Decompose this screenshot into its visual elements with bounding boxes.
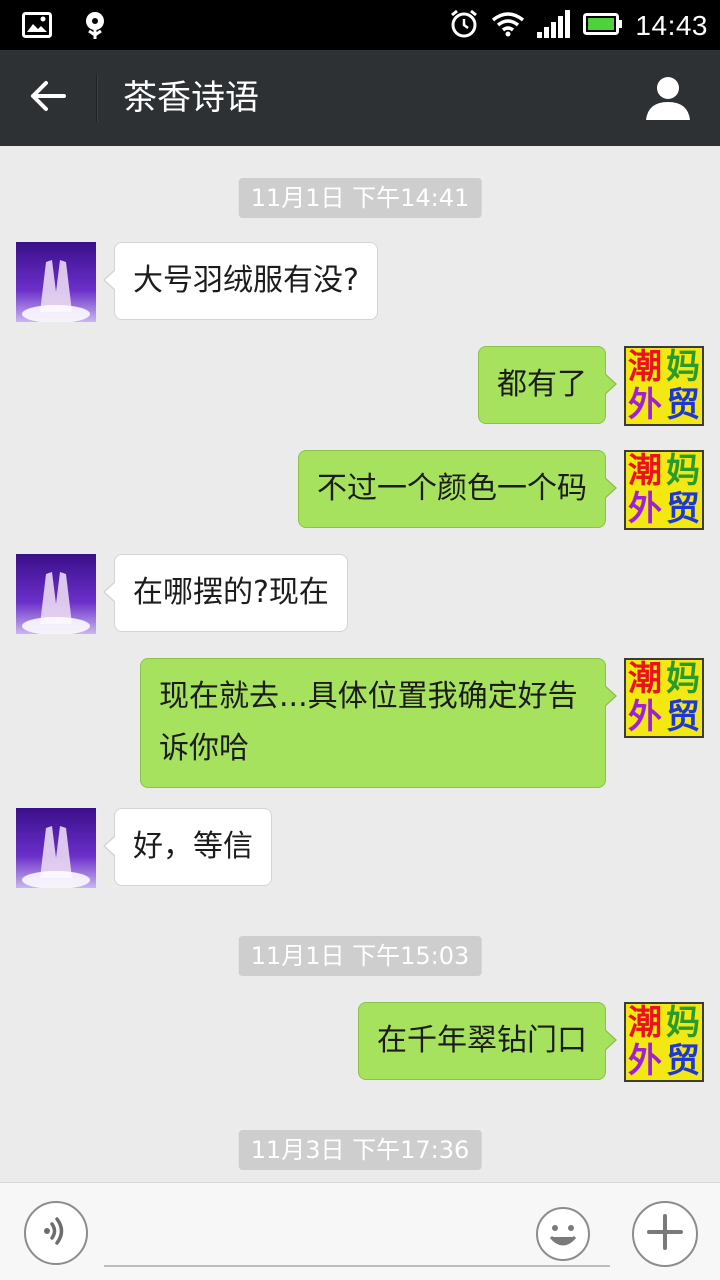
status-bar: 14:43 (0, 0, 720, 50)
message-bubble[interactable]: 现在就去...具体位置我确定好告诉你哈 (140, 658, 617, 788)
voice-button[interactable] (24, 1201, 88, 1265)
emoji-button[interactable] (536, 1207, 590, 1261)
message-bubble[interactable]: 大号羽绒服有没? (103, 242, 378, 320)
image-icon (22, 12, 52, 42)
avatar-logo: 潮 妈 外 贸 (624, 658, 704, 738)
timestamp: 11月1日 下午15:03 (238, 936, 482, 976)
wifi-icon (491, 11, 525, 41)
avatar-logo: 潮 妈 外 贸 (624, 1002, 704, 1082)
message-input[interactable] (104, 1203, 610, 1267)
status-time: 14:43 (635, 10, 708, 41)
plus-icon (645, 1212, 685, 1256)
more-button[interactable] (632, 1201, 698, 1267)
message-bubble[interactable]: 都有了 (478, 346, 617, 424)
contact-avatar[interactable] (16, 554, 96, 634)
signal-icon (537, 10, 571, 42)
my-avatar[interactable]: 潮 妈 外 贸 (624, 658, 704, 738)
chat-header: 茶香诗语 (0, 50, 720, 146)
avatar-logo: 潮 妈 外 贸 (624, 346, 704, 426)
message-list[interactable]: 11月1日 下午14:41 大号羽绒服有没? 都有了 潮 妈 外 贸 不过一个颜… (0, 146, 720, 1182)
contact-avatar[interactable] (16, 808, 96, 888)
message-bubble[interactable]: 在哪摆的?现在 (103, 554, 348, 632)
notification-flower-icon (82, 10, 108, 44)
back-button[interactable] (18, 68, 78, 128)
contact-profile-icon (644, 77, 692, 126)
avatar-logo: 潮 妈 外 贸 (624, 450, 704, 530)
back-arrow-icon (30, 80, 66, 116)
timestamp: 11月1日 下午14:41 (238, 178, 482, 218)
my-avatar[interactable]: 潮 妈 外 贸 (624, 346, 704, 426)
emoji-icon (538, 1225, 588, 1263)
message-bubble[interactable]: 不过一个颜色一个码 (298, 450, 617, 528)
alarm-icon (449, 9, 479, 43)
profile-button[interactable] (644, 74, 692, 122)
contact-avatar[interactable] (16, 242, 96, 322)
timestamp: 11月3日 下午17:36 (238, 1130, 482, 1170)
voice-icon (39, 1214, 73, 1252)
chat-title: 茶香诗语 (123, 78, 259, 118)
my-avatar[interactable]: 潮 妈 外 贸 (624, 1002, 704, 1082)
message-bubble[interactable]: 在千年翠钻门口 (358, 1002, 617, 1080)
header-divider (96, 74, 98, 122)
battery-icon (583, 13, 623, 39)
my-avatar[interactable]: 潮 妈 外 贸 (624, 450, 704, 530)
input-bar (0, 1182, 720, 1280)
message-bubble[interactable]: 好，等信 (103, 808, 272, 886)
